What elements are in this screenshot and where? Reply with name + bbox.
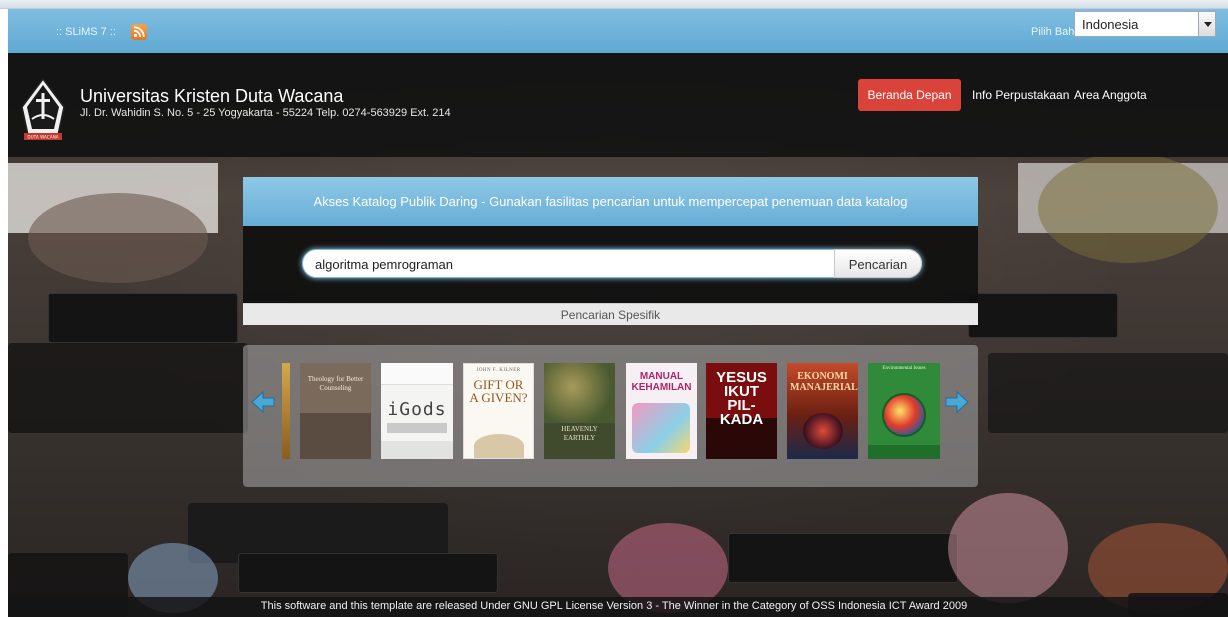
footer-license-text: This software and this template are rele… xyxy=(260,600,968,612)
nav-library-info-link[interactable]: Info Perpustakaan xyxy=(972,79,1069,111)
nav-member-area-link[interactable]: Area Anggota xyxy=(1074,79,1147,111)
browser-chrome-strip xyxy=(0,0,1228,9)
search-input[interactable] xyxy=(315,255,835,273)
search-panel-heading: Akses Katalog Publik Daring - Gunakan fa… xyxy=(243,177,978,226)
book-cover[interactable]: Theology for Better Counseling xyxy=(300,363,371,459)
book-title: EKONOMI MANAJERIAL xyxy=(790,371,858,393)
book-cover[interactable]: Environmental Issues xyxy=(868,363,940,459)
language-select-value: Indonesia xyxy=(1082,17,1139,32)
book-cover[interactable]: HEAVENLY EARTHLY xyxy=(544,363,615,459)
book-title: iGods xyxy=(387,399,447,420)
app-version-label: :: SLiMS 7 :: xyxy=(56,26,116,38)
book-title: MANUAL KEHAMILAN xyxy=(631,371,692,393)
book-cover[interactable]: YESUS IKUT PIL-KADA xyxy=(706,363,777,459)
search-button[interactable]: Pencarian xyxy=(834,249,922,278)
carousel-prev-arrow-icon[interactable] xyxy=(250,389,276,415)
advanced-search-link[interactable]: Pencarian Spesifik xyxy=(243,303,978,325)
book-cover[interactable]: iGods xyxy=(381,363,453,459)
language-select[interactable]: Indonesia xyxy=(1074,11,1216,37)
book-cover[interactable]: JOHN F. KILNER GIFT OR A GIVEN? xyxy=(463,363,534,459)
university-logo[interactable]: DUTA WACANA xyxy=(20,77,66,141)
rss-feed-icon[interactable] xyxy=(131,24,147,40)
carousel-next-arrow-icon[interactable] xyxy=(944,389,970,415)
book-cover[interactable]: MANUAL KEHAMILAN xyxy=(626,363,697,459)
chevron-down-icon[interactable] xyxy=(1198,12,1215,36)
institution-address: Jl. Dr. Wahidin S. No. 5 - 25 Yogyakarta… xyxy=(80,107,451,119)
book-title: GIFT OR A GIVEN? xyxy=(469,377,528,405)
nav-home-button[interactable]: Beranda Depan xyxy=(858,79,961,111)
book-title: YESUS IKUT PIL-KADA xyxy=(716,369,767,428)
book-cover[interactable]: EKONOMI MANAJERIAL xyxy=(787,363,858,459)
book-author: JOHN F. KILNER xyxy=(476,368,521,373)
search-box xyxy=(302,249,922,278)
institution-name[interactable]: Universitas Kristen Duta Wacana xyxy=(80,86,343,107)
site-header: DUTA WACANA Universitas Kristen Duta Wac… xyxy=(8,53,1228,157)
book-title: HEAVENLY EARTHLY xyxy=(561,425,598,442)
book-title: Theology for Better Counseling xyxy=(307,375,364,392)
logo-caption: DUTA WACANA xyxy=(27,135,58,140)
book-title: Environmental Issues xyxy=(882,366,926,371)
book-cover-partial[interactable] xyxy=(282,363,290,459)
top-bar: :: SLiMS 7 :: Pilih Bahasa xyxy=(8,9,1228,53)
